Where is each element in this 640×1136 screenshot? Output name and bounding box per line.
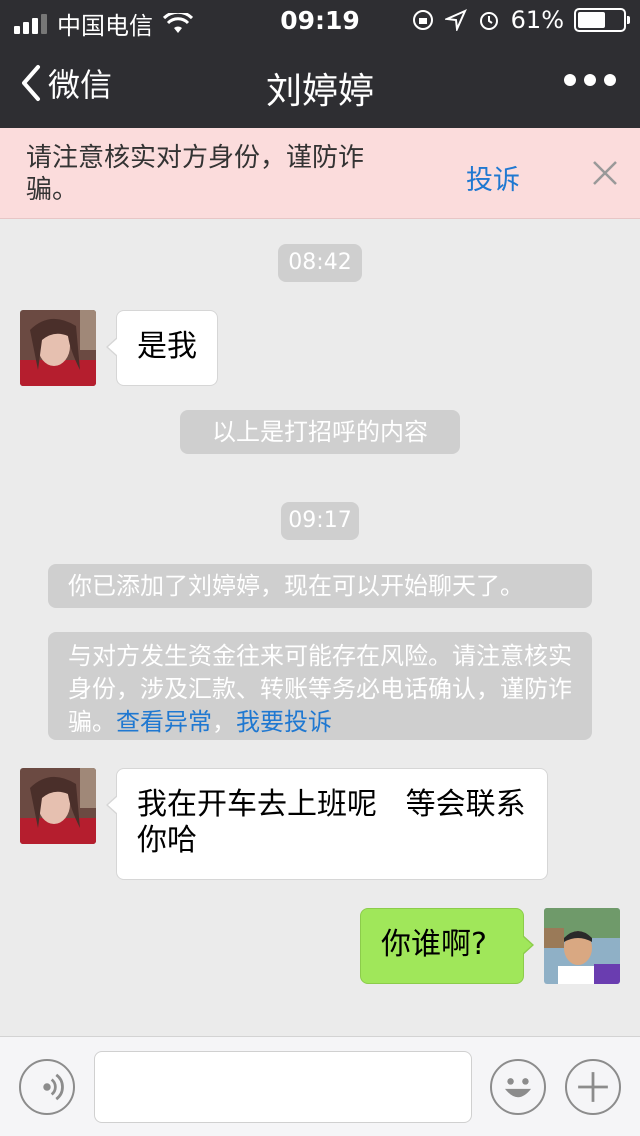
rotation-lock-icon [412,10,433,30]
battery-icon [574,8,630,32]
message-text: 是我 [137,329,197,364]
page-title: 刘婷婷 [265,71,374,112]
location-icon [444,9,467,31]
added-friend-text: 你已添加了刘婷婷，现在可以开始聊天了。 [68,572,524,600]
top-bar: 中国电信 09:19 61% 微信 刘婷婷 [0,0,640,128]
more-dots-icon[interactable] [564,74,616,86]
contact-avatar[interactable] [20,310,96,386]
timestamp-1: 08:42 [278,244,362,282]
risk-link-separator: ， [212,708,236,736]
risk-warning-note: 与对方发生资金往来可能存在风险。请注意核实身份，涉及汇款、转账等务必电话确认，谨… [48,632,592,740]
view-abnormal-link[interactable]: 查看异常 [116,708,212,736]
message-text: 我在开车去上班呢 等会联系你哈 [137,787,526,858]
warning-text: 请注意核实对方身份，谨防诈骗。 [26,143,365,205]
chat-screen: 中国电信 09:19 61% 微信 刘婷婷 请注意核实对方身份，谨防诈骗。 投诉… [0,0,640,1136]
battery-percent: 61% [510,6,564,34]
contact-avatar[interactable] [20,768,96,844]
greeting-note: 以上是打招呼的内容 [180,410,460,454]
alarm-icon [479,12,498,30]
timestamp-2: 09:17 [281,502,359,540]
voice-icon[interactable] [19,1059,75,1115]
fraud-warning-banner: 请注意核实对方身份，谨防诈骗。 投诉 [0,128,640,219]
message-input[interactable] [94,1051,472,1123]
my-avatar[interactable] [544,908,620,984]
complain-link[interactable]: 投诉 [466,158,520,197]
input-bar [0,1036,640,1136]
incoming-message: 我在开车去上班呢 等会联系你哈 [106,768,548,880]
nav-bar: 微信 刘婷婷 [0,42,640,128]
close-icon[interactable] [590,158,620,188]
outgoing-message: 你谁啊? [360,908,534,984]
added-friend-note: 你已添加了刘婷婷，现在可以开始聊天了。 [48,564,592,608]
incoming-message: 是我 [106,310,218,386]
plus-icon[interactable] [565,1059,621,1115]
report-link[interactable]: 我要投诉 [236,708,332,736]
message-text: 你谁啊? [381,927,487,962]
status-bar: 中国电信 09:19 61% [0,0,640,42]
emoji-icon[interactable] [490,1059,546,1115]
